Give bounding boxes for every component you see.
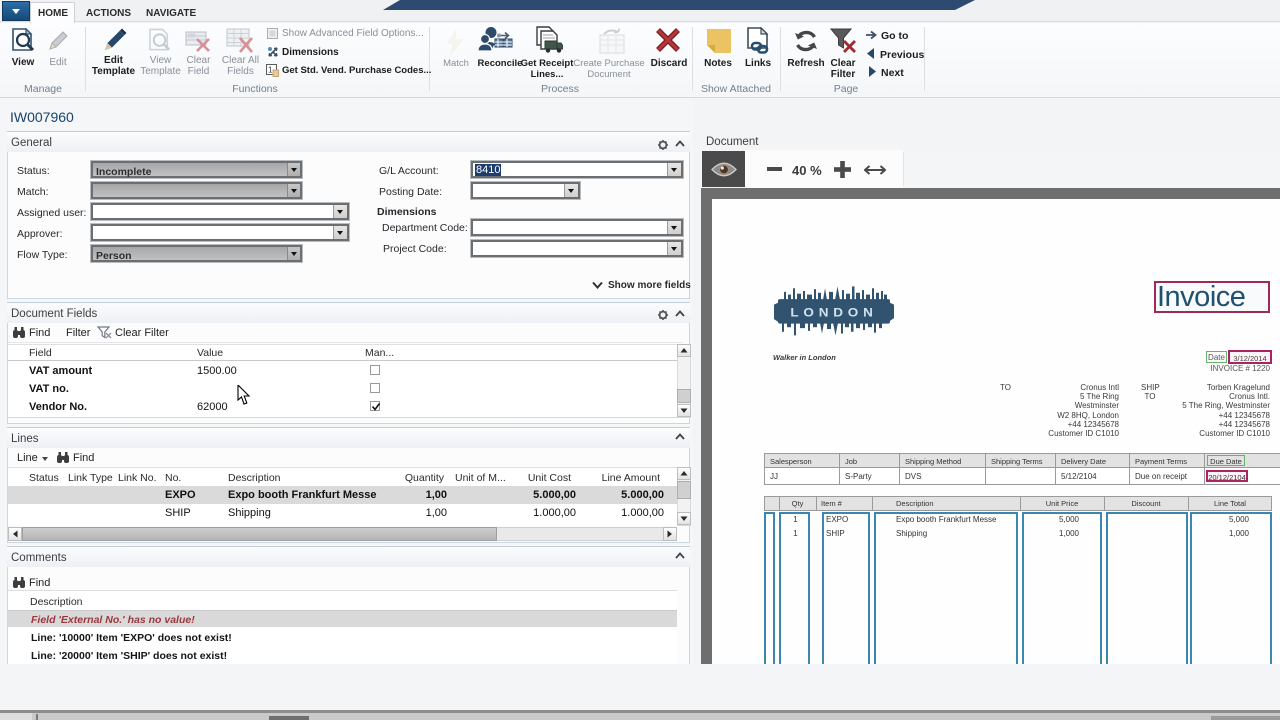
svg-text:1: 1 [268,66,273,75]
svg-text:LONDON: LONDON [790,305,877,319]
